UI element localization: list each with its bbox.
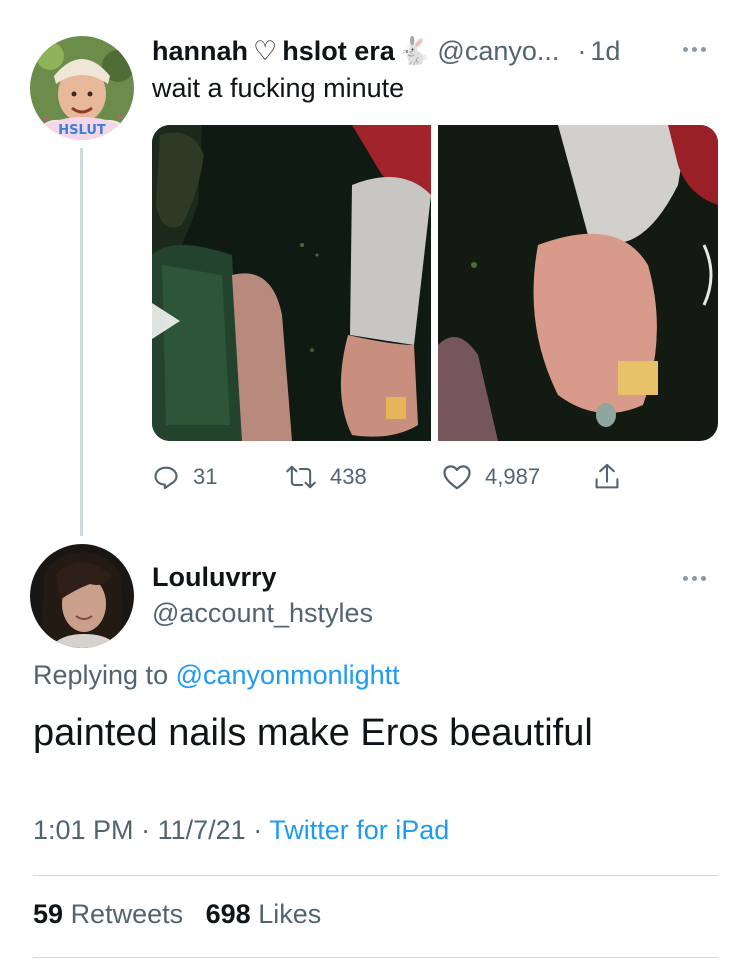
- like-button[interactable]: 4,987: [442, 460, 540, 494]
- tweet1-text: wait a fucking minute: [152, 73, 405, 103]
- heart-emoji: ♡: [253, 35, 278, 66]
- share-icon: [595, 463, 619, 489]
- more-icon[interactable]: [683, 576, 706, 581]
- likes-stat[interactable]: 698 Likes: [206, 899, 322, 929]
- meta-separator: ·: [141, 815, 151, 845]
- like-count: 4,987: [485, 464, 541, 489]
- retweets-count: 59: [33, 899, 64, 929]
- tweet1-time-separator: ·: [577, 35, 587, 66]
- replying-to-handle-link[interactable]: @canyonmonlightt: [176, 660, 400, 690]
- more-icon[interactable]: [683, 47, 706, 52]
- tweet2-text: painted nails make Eros beautiful: [33, 712, 593, 754]
- replying-prefix: Replying to: [33, 660, 169, 690]
- likes-label: Likes: [258, 899, 322, 929]
- tweet2-handle[interactable]: @account_hstyles: [152, 598, 373, 629]
- tweet2-time[interactable]: 1:01 PM: [33, 815, 134, 845]
- media-image-1[interactable]: [152, 125, 431, 441]
- retweet-count: 438: [330, 464, 367, 489]
- divider: [33, 957, 718, 958]
- meta-separator: ·: [253, 815, 263, 845]
- retweets-label: Retweets: [70, 899, 184, 929]
- reply-icon: [154, 466, 178, 490]
- share-button[interactable]: [593, 460, 621, 494]
- svg-text:✦: ✦: [116, 113, 124, 123]
- likes-count: 698: [205, 899, 251, 929]
- avatar-louluvrry[interactable]: [30, 544, 134, 648]
- rabbit-emoji-icon: 🐇: [397, 36, 432, 66]
- tweet1-time[interactable]: 1d: [590, 36, 620, 67]
- reply-button[interactable]: 31: [152, 460, 217, 494]
- heart-icon: [443, 465, 471, 490]
- reply-count: 31: [193, 464, 218, 489]
- tweet1-name-suffix[interactable]: hslot era: [282, 36, 395, 67]
- retweets-stat[interactable]: 59 Retweets: [33, 899, 183, 929]
- play-icon[interactable]: [152, 301, 182, 341]
- tweet2-meta: 1:01 PM · 11/7/21 · Twitter for iPad: [33, 815, 449, 846]
- tweet2-display-name[interactable]: Louluvrry: [152, 562, 277, 593]
- tweet1-handle[interactable]: @canyo...: [437, 36, 559, 67]
- tweet1-media[interactable]: [152, 125, 718, 441]
- retweet-icon: [286, 465, 316, 489]
- avatar-hannah[interactable]: HSLUT ✦ ✦: [30, 36, 134, 140]
- divider: [33, 875, 718, 876]
- replying-to-line: Replying to @canyonmonlightt: [33, 660, 400, 691]
- tweet2-stats: 59 Retweets 698 Likes: [33, 899, 321, 930]
- thread-connector-line: [80, 148, 83, 536]
- tweet2-source-link[interactable]: Twitter for iPad: [269, 815, 449, 845]
- media-image-2[interactable]: [438, 125, 718, 441]
- avatar-badge-text: HSLUT: [58, 123, 106, 138]
- svg-text:✦: ✦: [42, 115, 50, 125]
- tweet1-header: hannah ♡ hslot era 🐇 @canyo... · 1d: [152, 34, 620, 68]
- retweet-button[interactable]: 438: [285, 460, 367, 494]
- tweet2-date[interactable]: 11/7/21: [158, 815, 246, 845]
- tweet1-display-name[interactable]: hannah: [152, 36, 248, 67]
